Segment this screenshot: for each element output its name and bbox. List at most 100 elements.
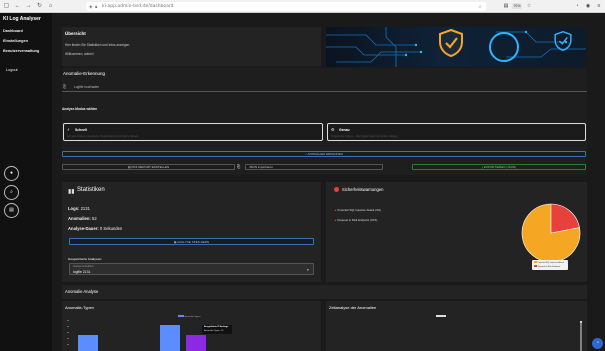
tooltip-value: Anomalie-Typen: 15 [204,330,224,332]
pie-slice [550,203,580,234]
upload-label: Logfile hochladen [74,85,99,89]
json-import-field[interactable]: JSON importieren [245,164,383,170]
bookmark-icon[interactable]: ☆ [478,4,483,9]
bar-chart-icon: ▮▮ [68,189,75,195]
search-button[interactable]: ⌕ [4,185,19,200]
overview-panel: Übersicht Hier finden Sie Statistiken un… [62,27,321,66]
url-text: ki-app.admin-bsd.de/dashboard [102,3,174,9]
pie-legend: Potential SQL Injection Attack Request t… [532,260,568,270]
types-legend: Anomalie-Typen [178,315,200,318]
y-tick-mark [67,344,69,345]
app-title: KI Log Analyser [3,16,41,22]
saved-analysis-select[interactable]: Analyse auswählen logfile 2131 ▾ [69,263,314,275]
forward-icon[interactable]: → [25,3,32,10]
overview-title: Übersicht [65,31,86,36]
star-icon[interactable]: ☆ [526,3,532,9]
warning-text: Request to Risk Endpoint (XXX) [337,218,378,222]
legend-swatch [534,261,537,263]
mode-quick-title: Schnell [75,128,88,132]
statistics-panel: ▮▮ Statistiken Logs: 2131 Anomalien: 52 … [62,182,321,282]
legend-item: Potential SQL Injection Attack [534,261,564,264]
anomaly-analysis-header: Anomalie Analyse [62,285,587,299]
chart-tooltip: Ausgeführte IP Anfrage Anomalie-Typen: 1… [202,325,232,334]
save-analysis-label: ANALYSE SPEICHERN [177,240,210,244]
duration-stat: Analyse-Dauer: 0 Sekunden [68,226,122,231]
search-icon: ⌕ [10,189,13,195]
logs-value: 2131 [80,206,90,211]
timeline-line-chart [580,321,582,351]
y-tick-mark [67,332,69,333]
menu-icon[interactable]: ≡ [596,3,602,9]
bar [160,325,180,351]
pdf-report-label: PDF REPORT ERSTELLEN [131,165,170,169]
detect-anomalies-button[interactable]: ⌕ ANOMALIEN ERKENNEN [62,151,586,157]
select-caption: Analyse auswählen [73,265,94,268]
y-tick-mark [67,320,69,321]
y-tick-mark [67,338,69,339]
analysis-mode-label: Analyse-Modus wählen [62,107,98,111]
logs-stat: Logs: 2131 [68,206,90,211]
legend-label: Potential SQL Injection Attack [537,262,564,264]
lock-icon[interactable]: 🔒︎ [95,4,100,9]
time-analysis-title: Zeitanalyse der Anomalien [329,305,377,310]
alert-icon [334,187,339,192]
anomaly-detection-title: Anomalie-Erkennung [63,71,106,76]
security-pie-chart [521,203,581,263]
duration-label: Analyse-Dauer: [68,226,99,231]
warning-item: ▲ Potential SQL Injection Attack (4%) [334,208,381,212]
y-tick-mark [67,326,69,327]
legend-label: Request to Risk Endpoint [537,266,561,268]
types-legend-label: Anomalie-Typen [184,316,201,318]
bolt-icon: ⚡︎ [67,127,70,132]
chat-button[interactable]: ◔ [592,338,603,349]
duration-value: 0 Sekunden [99,226,123,231]
address-bar[interactable]: ◈ 🔒︎ ki-app.admin-bsd.de/dashboard ☆ [86,2,486,11]
reader-icon[interactable]: ▤ [503,3,509,9]
logout-link[interactable]: Logout [6,68,18,72]
save-analysis-button[interactable]: ▣ ANALYSE SPEICHERN [69,238,314,245]
detect-anomalies-label: ANOMALIEN ERKENNEN [307,152,343,156]
attach-icon: ⎘ [63,84,67,89]
sidebar-item-user-management[interactable]: Benutzerverwaltung [3,49,39,53]
anomalies-label: Anomalien: [68,216,91,221]
sidebar-item-dashboard[interactable]: Dashboard [3,29,23,33]
power-ring-icon [489,32,519,62]
timeline-legend-swatch [436,315,446,317]
overview-text: Hier finden Sie Statistiken und Infos an… [65,43,131,47]
select-value: logfile 2131 [73,269,91,274]
logfile-upload-field[interactable]: ⎘ Logfile hochladen [62,82,587,92]
statistics-title: Statistiken [77,187,105,193]
attach-icon: ⎘ [237,164,241,169]
tooltip-title: Ausgeführte IP Anfrage [204,326,229,328]
bar [78,335,98,351]
mode-quick-description: Schnelle Analyse mit einfacher Mustererk… [67,135,139,138]
sidebar-toggle-icon[interactable]: ▢ [3,3,10,10]
pocket-icon[interactable]: ◔ [574,3,580,9]
export-json-button[interactable]: ⤓ EXPORTIEREN (JSON) [412,164,586,170]
anomalies-value: 52 [91,216,97,221]
browser-toolbar: ▢ ← → ↻ ⌂ ◈ 🔒︎ ki-app.admin-bsd.de/dashb… [0,0,605,13]
document-button[interactable]: ▤ [4,203,19,218]
anomaly-types-title: Anomalie-Typen [65,305,94,310]
warning-text: Potential SQL Injection Attack (4%) [337,208,381,212]
sidebar-item-settings[interactable]: Einstellungen [3,39,28,43]
warning-item: ▲ Request to Risk Endpoint (XXX) [334,218,377,222]
anomaly-types-chart-panel: Anomalie-Typen Anomalie-Typen Ausgeführt… [62,301,321,351]
theme-toggle-button[interactable]: ● [4,166,19,181]
back-icon[interactable]: ← [14,3,21,10]
mode-accurate-description: Tiefgehende Analyse – kann länger dauern… [331,135,398,138]
mode-card-quick[interactable]: ⚡︎ Schnell Schnelle Analyse mit einfache… [63,123,323,141]
security-title: Sicherheitswarnungen [342,187,384,192]
mode-card-accurate[interactable]: ⚙︎ Genau Tiefgehende Analyse – kann läng… [327,123,586,141]
anomaly-analysis-title: Anomalie Analyse [65,289,99,294]
moon-icon: ● [9,170,14,176]
account-icon[interactable]: ◉ [585,3,591,9]
pdf-report-button[interactable]: ▤ PDF REPORT ERSTELLEN [62,164,235,170]
export-json-label: EXPORTIEREN (JSON) [483,165,517,169]
legend-swatch [534,265,537,267]
reload-icon[interactable]: ↻ [36,3,43,10]
security-warnings-panel: Sicherheitswarnungen ▲ Potential SQL Inj… [326,182,587,282]
home-icon[interactable]: ⌂ [47,3,54,10]
shield-icon[interactable]: ◈ [89,4,94,9]
zoom-level[interactable]: 70% [512,3,522,9]
